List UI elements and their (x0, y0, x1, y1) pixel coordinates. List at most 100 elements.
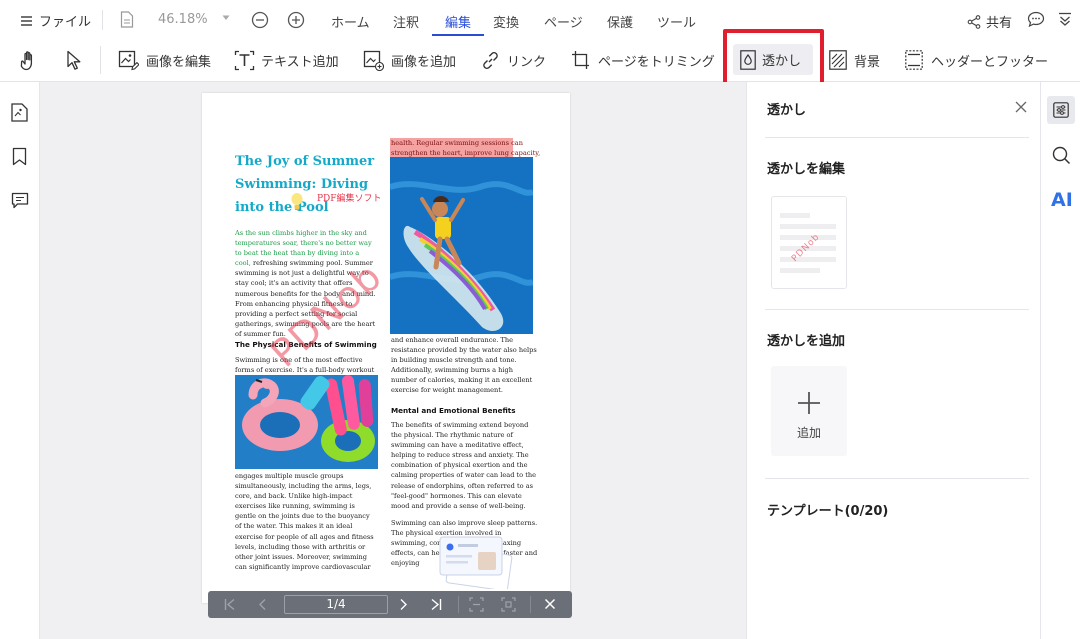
header-footer-button[interactable]: ヘッダーとフッター (905, 50, 1048, 70)
active-tab-indicator (432, 34, 484, 36)
crop-page-button[interactable]: ページをトリミング (571, 50, 715, 70)
thumb-line (780, 213, 810, 218)
edit-watermark-heading: 透かしを編集 (767, 162, 846, 177)
panel-title: 透かし (767, 103, 807, 118)
left-sidebar (0, 82, 40, 639)
share-button[interactable]: 共有 (967, 12, 1012, 31)
tab-edit[interactable]: 編集 (445, 12, 471, 31)
tab-protect[interactable]: 保護 (607, 12, 633, 31)
search-icon[interactable] (1052, 146, 1071, 165)
floating-promo-widget[interactable] (438, 533, 530, 592)
pdf-page: The Joy of Summer Swimming: Diving into … (202, 93, 570, 603)
file-menu-label: ファイル (39, 15, 92, 30)
pool-toys-image (235, 375, 378, 469)
divider (765, 478, 1029, 479)
hamburger-icon (20, 15, 33, 27)
thumb-line (780, 268, 820, 273)
divider (765, 309, 1029, 310)
divider (458, 596, 459, 613)
chevron-down-icon[interactable] (222, 15, 230, 21)
fit-width-icon[interactable] (469, 597, 484, 612)
link-icon (480, 50, 501, 71)
add-text-icon (234, 50, 255, 71)
thumbnail-icon[interactable] (11, 103, 28, 122)
edit-image-icon (118, 50, 139, 71)
thumb-line (780, 257, 836, 262)
crop-page-label: ページをトリミング (598, 54, 715, 70)
top-menu-bar: ファイル 46.18% ホーム 注釈 編集 変換 ページ 保護 ツール 共有 (0, 0, 1080, 40)
physical-paragraph-2: engages multiple muscle groups simultane… (235, 472, 374, 571)
properties-button[interactable] (1047, 96, 1075, 124)
next-page-icon[interactable] (400, 598, 408, 611)
add-watermark-button[interactable]: 追加 (771, 366, 847, 456)
watermark-label: 透かし (762, 54, 802, 69)
hand-tool-icon[interactable] (19, 50, 39, 71)
crop-icon (571, 50, 590, 70)
tab-convert[interactable]: 変換 (493, 12, 519, 31)
watermark-button[interactable]: 透かし (733, 44, 813, 75)
tab-annotate[interactable]: 注釈 (393, 12, 419, 31)
header-footer-label: ヘッダーとフッター (931, 54, 1049, 70)
plus-icon (797, 391, 821, 415)
heading-mental: Mental and Emotional Benefits (391, 406, 516, 415)
fit-page-icon[interactable] (501, 597, 516, 612)
link-label: リンク (507, 55, 547, 70)
bookmark-icon[interactable] (12, 147, 27, 166)
background-label: 背景 (854, 54, 881, 70)
swimmer-image (390, 157, 533, 334)
zoom-level[interactable]: 46.18% (158, 12, 208, 27)
comment-icon[interactable] (11, 192, 29, 209)
sliders-icon (1053, 102, 1069, 118)
first-page-icon[interactable] (224, 598, 236, 611)
tab-home[interactable]: ホーム (331, 12, 370, 31)
lightbulb-icon (290, 192, 304, 214)
background-icon (829, 50, 847, 70)
tab-page[interactable]: ページ (544, 12, 583, 31)
edit-toolbar: 画像を編集 テキスト追加 画像を追加 リンク ページをトリミング 透かし 背景 … (0, 29, 1080, 87)
add-image-label: 画像を追加 (391, 55, 457, 70)
header-footer-icon (905, 50, 923, 70)
add-label: 追加 (796, 426, 821, 440)
zoom-out-icon[interactable] (251, 11, 269, 29)
add-text-label: テキスト追加 (261, 55, 339, 70)
add-watermark-heading: 透かしを追加 (767, 334, 846, 349)
close-icon[interactable] (1015, 101, 1027, 113)
add-image-icon (363, 50, 384, 71)
close-navigation-icon[interactable] (544, 598, 556, 610)
edit-image-button[interactable]: 画像を編集 (118, 50, 211, 71)
last-page-icon[interactable] (430, 598, 442, 611)
add-text-button[interactable]: テキスト追加 (234, 50, 339, 71)
share-label: 共有 (986, 16, 1013, 31)
select-arrow-icon[interactable] (66, 50, 82, 71)
right-icon-bar: AI (1040, 82, 1080, 639)
divider (100, 46, 101, 74)
tab-tools[interactable]: ツール (657, 12, 696, 31)
chat-icon[interactable] (1027, 11, 1045, 28)
previous-page-icon[interactable] (258, 598, 266, 611)
divider (765, 137, 1029, 138)
link-button[interactable]: リンク (480, 50, 546, 71)
divider (102, 10, 103, 30)
zoom-in-icon[interactable] (287, 11, 305, 29)
collapse-icon[interactable] (1058, 12, 1072, 26)
right-paragraph-1: and enhance overall endurance. The resis… (391, 336, 537, 395)
page-navigation-bar: 1/4 (208, 591, 572, 618)
watermark-panel: 透かし 透かしを編集 PDNob 透かしを追加 追加 テンプレート(0/20) (746, 82, 1040, 639)
watermark-thumbnail[interactable]: PDNob (771, 196, 847, 289)
edit-image-label: 画像を編集 (146, 55, 212, 70)
file-menu[interactable]: ファイル (20, 11, 91, 30)
add-image-button[interactable]: 画像を追加 (363, 50, 456, 71)
template-heading[interactable]: テンプレート(0/20) (767, 500, 888, 519)
divider (530, 596, 531, 613)
page-icon[interactable] (120, 11, 134, 28)
highlighted-text: health. Regular swimming sessions can st… (391, 139, 541, 158)
watermark-side-text: PDF編集ソフト (317, 194, 382, 204)
ai-assistant-icon[interactable]: AI (1051, 189, 1073, 211)
thumb-line (780, 224, 836, 229)
watermark-drop-icon (740, 49, 756, 70)
share-icon (967, 14, 981, 29)
page-indicator[interactable]: 1/4 (284, 595, 388, 614)
mental-paragraph: The benefits of swimming extend beyond t… (391, 421, 537, 510)
document-title: The Joy of Summer Swimming: Diving into … (235, 154, 375, 215)
background-button[interactable]: 背景 (829, 50, 880, 70)
